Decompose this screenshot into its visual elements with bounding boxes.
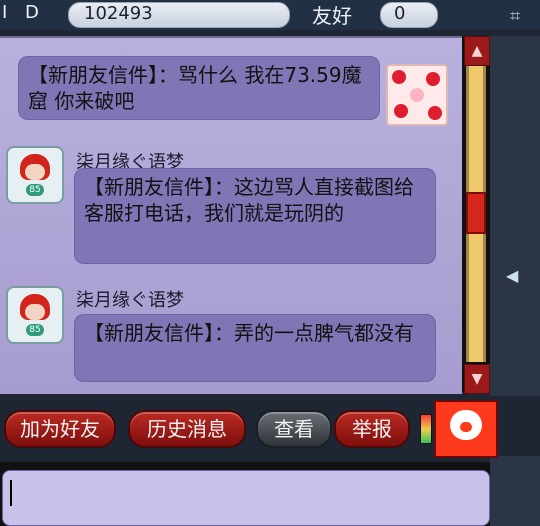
level-badge: 85 [26,324,44,336]
id-label: I D [2,2,45,23]
input-area [0,462,490,526]
message-bubble-1: 【新朋友信件】：骂什么 我在73.59魔窟 你来破吧 [18,56,380,120]
bear-icon [450,410,482,440]
history-button[interactable]: 历史消息 [128,410,246,448]
grid-icon[interactable]: ⌗ [510,6,532,27]
message-text: 【新朋友信件】：骂什么 我在73.59魔窟 你来破吧 [28,63,362,113]
message-bubble-3: 【新朋友信件】：弄的一点脾气都没有 [74,314,436,382]
scroll-thumb[interactable] [466,192,486,234]
message-bubble-2: 【新朋友信件】：这边骂人直接截图给客服打电话，我们就是玩阴的 [74,168,436,264]
chat-scrollbar[interactable]: ▲ ▼ [462,36,490,394]
view-button[interactable]: 查看 [256,410,332,448]
friendship-label: 友好 [312,4,352,28]
sender-avatar: 85 [6,146,64,204]
message-text: 【新朋友信件】：这边骂人直接截图给客服打电话，我们就是玩阴的 [84,175,414,225]
report-button[interactable]: 举报 [334,410,410,448]
message-text: 【新朋友信件】：弄的一点脾气都没有 [84,321,414,345]
sender-avatar: 85 [6,286,64,344]
pet-avatar[interactable] [434,400,498,458]
triangle-down-icon[interactable]: ▼ [464,364,490,394]
mood-meter [420,414,432,444]
friendship-value: 0 [394,3,406,24]
action-bar: 加为好友 历史消息 查看 举报 [0,396,540,458]
sender-name: 柒月缘ぐ语梦 [76,290,184,311]
id-value: 102493 [84,3,153,24]
friendship-field [380,2,438,28]
add-friend-button[interactable]: 加为好友 [4,410,116,448]
triangle-left-icon[interactable]: ◀ [506,266,518,285]
top-bar: I D 102493 友好 0 ⌗ [0,0,540,30]
text-caret [10,480,12,506]
player-avatar-right [386,64,448,126]
level-badge: 85 [26,184,44,196]
message-input[interactable] [2,470,490,526]
chat-log: 【新朋友信件】：骂什么 我在73.59魔窟 你来破吧 85 柒月缘ぐ语梦 【新朋… [0,36,462,394]
triangle-up-icon[interactable]: ▲ [464,36,490,66]
